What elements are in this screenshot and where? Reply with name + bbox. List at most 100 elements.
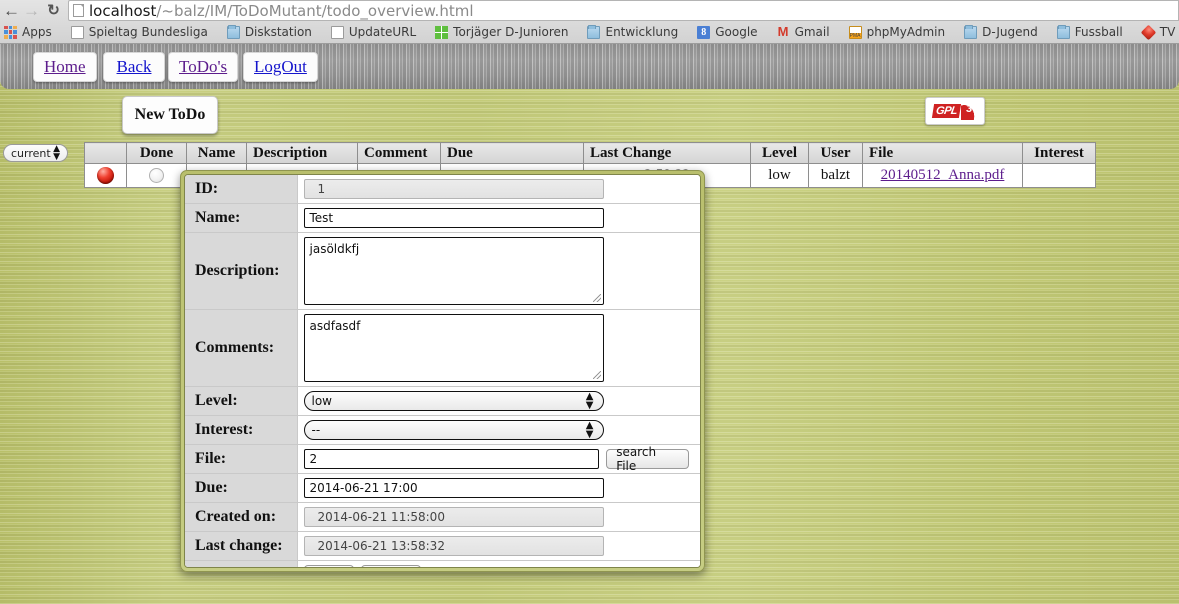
google-icon: 8	[697, 26, 710, 39]
cell-done[interactable]	[127, 164, 187, 188]
browser-chrome: ← → ↻ localhost/~balz/IM/ToDoMutant/todo…	[0, 0, 1179, 44]
due-label: Due:	[185, 474, 297, 503]
send-label: Send:	[185, 561, 297, 569]
lastchange-field-cell: 2014-06-21 13:58:32	[297, 532, 700, 561]
back-arrow-icon[interactable]: ←	[2, 1, 21, 20]
done-circle-icon[interactable]	[149, 168, 164, 183]
level-field-cell: low ▲▼	[297, 387, 700, 416]
comments-label: Comments:	[185, 310, 297, 387]
nav-link-home[interactable]: Home	[33, 52, 97, 82]
bookmark-label: UpdateURL	[349, 25, 416, 39]
due-input[interactable]: 2014-06-21 17:00	[304, 478, 604, 498]
bookmark-google[interactable]: 8 Google	[697, 25, 757, 39]
col-file: File	[863, 143, 1023, 164]
nav-link-todos[interactable]: ToDo's	[168, 52, 238, 82]
page-document-icon	[73, 4, 84, 17]
folder-icon	[587, 26, 600, 39]
nav-link-label: LogOut	[254, 57, 307, 77]
lastchange-label: Last change:	[185, 532, 297, 561]
description-field-cell: jasöldkfj	[297, 233, 700, 310]
modal-inner: ID: 1 Name: Test Description: jasöldkfj …	[184, 174, 701, 568]
file-field-cell: 2 search File	[297, 445, 700, 474]
send-button[interactable]: Send	[304, 565, 354, 568]
form-row-id: ID: 1	[185, 175, 700, 204]
name-field-cell: Test	[297, 204, 700, 233]
description-textarea[interactable]: jasöldkfj	[304, 237, 604, 305]
gmail-icon: M	[777, 26, 790, 39]
url-path: /~balz/IM/ToDoMutant/todo_overview.html	[156, 2, 473, 20]
file-row: 2 search File	[304, 449, 697, 469]
bookmark-label: TV - Deluxe	[1160, 25, 1179, 39]
forward-arrow-icon[interactable]: →	[22, 1, 41, 20]
folder-icon	[227, 26, 240, 39]
bookmark-updateurl[interactable]: UpdateURL	[331, 25, 416, 39]
bookmark-label: Diskstation	[245, 25, 312, 39]
interest-value: --	[312, 423, 321, 437]
bookmark-label: Torjäger D-Junioren	[453, 25, 568, 39]
file-input[interactable]: 2	[304, 449, 600, 469]
form-row-created: Created on: 2014-06-21 11:58:00	[185, 503, 700, 532]
url-bar[interactable]: localhost/~balz/IM/ToDoMutant/todo_overv…	[68, 0, 1179, 21]
bookmark-d-jugend[interactable]: D-Jugend	[964, 25, 1038, 39]
apps-grid-icon	[4, 26, 17, 39]
id-field-cell: 1	[297, 175, 700, 204]
col-interest: Interest	[1023, 143, 1096, 164]
created-field-cell: 2014-06-21 11:58:00	[297, 503, 700, 532]
nav-link-label: Back	[117, 57, 152, 77]
new-todo-button[interactable]: New ToDo	[122, 96, 218, 134]
send-field-cell: Send Cancel	[297, 561, 700, 569]
interest-field-cell: -- ▲▼	[297, 416, 700, 445]
filter-value: current	[11, 147, 51, 160]
form-row-file: File: 2 search File	[185, 445, 700, 474]
comments-textarea[interactable]: asdfasdf	[304, 314, 604, 382]
cell-file[interactable]: 20140512_Anna.pdf	[863, 164, 1023, 188]
level-select[interactable]: low ▲▼	[304, 391, 604, 411]
logo-swoosh-icon	[961, 102, 977, 120]
level-label: Level:	[185, 387, 297, 416]
search-file-button[interactable]: search File	[606, 449, 689, 469]
bookmark-diskstation[interactable]: Diskstation	[227, 25, 312, 39]
form-row-level: Level: low ▲▼	[185, 387, 700, 416]
folder-icon	[1057, 26, 1070, 39]
green-pinwheel-icon	[435, 26, 448, 39]
phpmyadmin-icon: PMA	[849, 26, 862, 39]
bookmark-phpmyadmin[interactable]: PMA phpMyAdmin	[849, 25, 946, 39]
bookmark-torjaeger[interactable]: Torjäger D-Junioren	[435, 25, 568, 39]
cell-level: low	[751, 164, 809, 188]
name-input[interactable]: Test	[304, 208, 604, 228]
bookmark-apps[interactable]: Apps	[4, 25, 52, 39]
description-label: Description:	[185, 233, 297, 310]
chevron-updown-icon: ▲▼	[53, 145, 60, 161]
bookmark-fussball[interactable]: Fussball	[1057, 25, 1123, 39]
form-row-send: Send: Send Cancel	[185, 561, 700, 569]
form-row-comments: Comments: asdfasdf	[185, 310, 700, 387]
bookmark-gmail[interactable]: M Gmail	[777, 25, 830, 39]
gpl-v3-logo: GPL	[925, 97, 985, 125]
cell-interest	[1023, 164, 1096, 188]
cell-status[interactable]	[85, 164, 127, 188]
nav-link-logout[interactable]: LogOut	[243, 52, 318, 82]
todo-detail-modal: ID: 1 Name: Test Description: jasöldkfj …	[180, 170, 705, 572]
file-link[interactable]: 20140512_Anna.pdf	[881, 167, 1005, 183]
reload-icon[interactable]: ↻	[44, 1, 63, 20]
name-label: Name:	[185, 204, 297, 233]
document-icon	[71, 26, 84, 39]
col-last-change: Last Change	[584, 143, 751, 164]
interest-select[interactable]: -- ▲▼	[304, 420, 604, 440]
todo-form: ID: 1 Name: Test Description: jasöldkfj …	[185, 175, 700, 568]
filter-select[interactable]: current ▲▼	[3, 144, 68, 162]
bookmark-entwicklung[interactable]: Entwicklung	[587, 25, 678, 39]
bookmark-label: Spieltag Bundesliga	[89, 25, 208, 39]
bookmark-label: Entwicklung	[605, 25, 678, 39]
logo-text: GPL	[932, 104, 961, 118]
form-row-description: Description: jasöldkfj	[185, 233, 700, 310]
bookmark-label: Gmail	[795, 25, 830, 39]
nav-link-label: Home	[44, 57, 86, 77]
bookmark-label: Apps	[22, 25, 52, 39]
cell-user: balzt	[809, 164, 863, 188]
bookmark-spieltag-bundesliga[interactable]: Spieltag Bundesliga	[71, 25, 208, 39]
nav-link-back[interactable]: Back	[103, 52, 165, 82]
bookmark-tv-deluxe[interactable]: TV - Deluxe	[1142, 25, 1179, 39]
cancel-button[interactable]: Cancel	[361, 565, 422, 568]
col-done: Done	[127, 143, 187, 164]
